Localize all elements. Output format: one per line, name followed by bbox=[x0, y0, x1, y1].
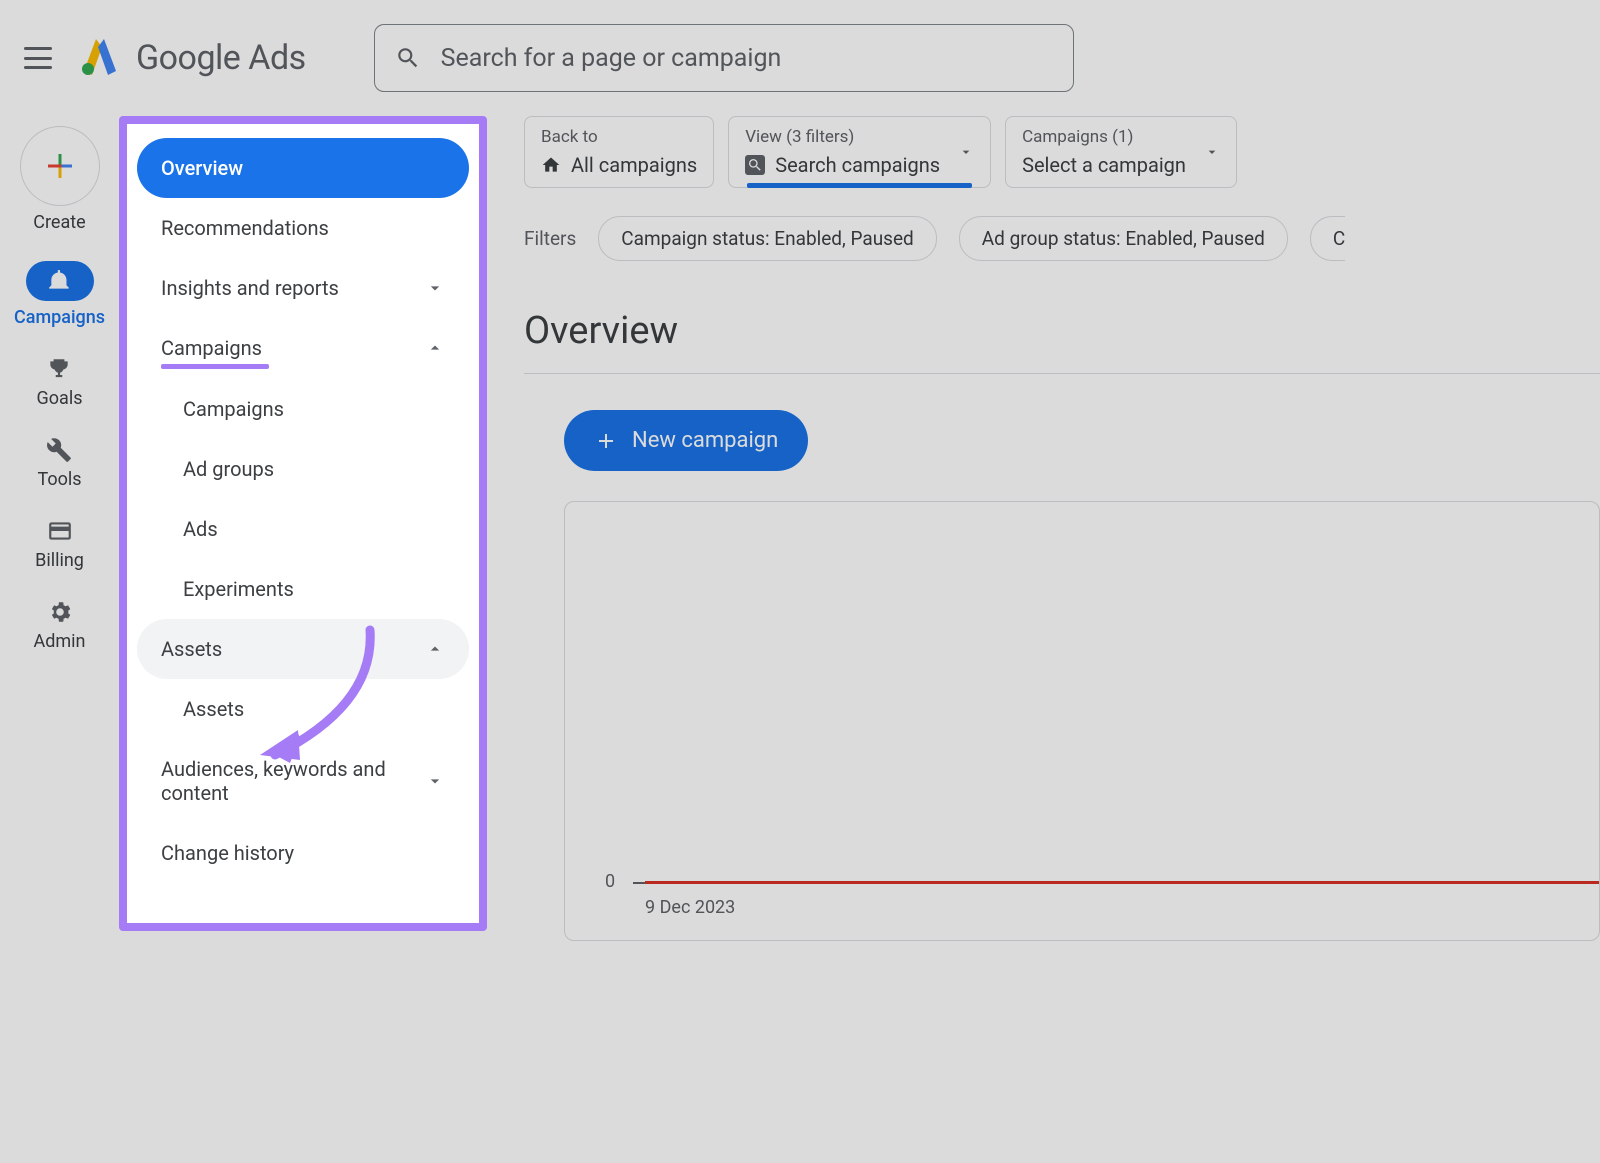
filters-label: Filters bbox=[524, 227, 576, 250]
new-campaign-button[interactable]: New campaign bbox=[564, 410, 808, 471]
sidebar-sub-adgroups[interactable]: Ad groups bbox=[137, 439, 469, 499]
back-to-selector[interactable]: Back to All campaigns bbox=[524, 116, 714, 188]
chevron-down-icon bbox=[425, 771, 445, 791]
google-ads-logo-icon bbox=[80, 37, 120, 79]
sidebar-audiences[interactable]: Audiences, keywords and content bbox=[137, 739, 469, 823]
credit-card-icon bbox=[47, 518, 73, 544]
sidebar-sub-experiments-label: Experiments bbox=[183, 577, 294, 601]
search-input[interactable] bbox=[441, 44, 1053, 73]
filter-chip-campaign-status[interactable]: Campaign status: Enabled, Paused bbox=[598, 216, 936, 261]
view-selector[interactable]: View (3 filters) Search campaigns bbox=[728, 116, 991, 188]
sidebar-panel: Overview Recommendations Insights and re… bbox=[119, 116, 487, 931]
chart-line bbox=[645, 881, 1599, 884]
rail-admin[interactable]: Admin bbox=[34, 599, 86, 652]
rail-create[interactable]: Create bbox=[20, 126, 100, 233]
rail-create-label: Create bbox=[33, 212, 85, 233]
sidebar-recommendations[interactable]: Recommendations bbox=[137, 198, 469, 258]
rail-goals-label: Goals bbox=[37, 388, 83, 409]
new-campaign-label: New campaign bbox=[632, 428, 778, 453]
view-label: View (3 filters) bbox=[745, 127, 940, 147]
chart-y-tick: 0 bbox=[605, 871, 615, 892]
rail-tools-label: Tools bbox=[37, 469, 81, 490]
sidebar-campaigns[interactable]: Campaigns bbox=[137, 318, 469, 378]
rail-admin-label: Admin bbox=[34, 631, 86, 652]
megaphone-icon bbox=[26, 261, 94, 301]
chevron-down-icon bbox=[1204, 144, 1220, 160]
camp-label: Campaigns (1) bbox=[1022, 127, 1186, 147]
search-small-icon bbox=[745, 155, 765, 175]
rail-billing[interactable]: Billing bbox=[35, 518, 84, 571]
filter-chip-partial[interactable]: C bbox=[1310, 216, 1345, 261]
rail-billing-label: Billing bbox=[35, 550, 84, 571]
page-title: Overview bbox=[524, 309, 1600, 353]
gear-icon bbox=[47, 599, 73, 625]
menu-icon[interactable] bbox=[24, 47, 52, 69]
sidebar-sub-campaigns[interactable]: Campaigns bbox=[137, 379, 469, 439]
search-box[interactable] bbox=[374, 24, 1074, 92]
chevron-down-icon bbox=[425, 278, 445, 298]
sidebar-campaigns-label: Campaigns bbox=[161, 336, 262, 360]
home-icon bbox=[541, 155, 561, 175]
chart-x-tick: 9 Dec 2023 bbox=[645, 897, 735, 918]
sidebar-sub-ads-label: Ads bbox=[183, 517, 218, 541]
sidebar-sub-experiments[interactable]: Experiments bbox=[137, 559, 469, 619]
chevron-up-icon bbox=[425, 338, 445, 358]
divider bbox=[524, 373, 1600, 374]
campaign-selector[interactable]: Campaigns (1) Select a campaign bbox=[1005, 116, 1237, 188]
chart: 0 9 Dec 2023 bbox=[564, 501, 1600, 941]
sidebar-insights-label: Insights and reports bbox=[161, 276, 339, 300]
rail-campaigns[interactable]: Campaigns bbox=[14, 261, 105, 328]
sidebar-sub-assets[interactable]: Assets bbox=[137, 679, 469, 739]
logo-text: Google Ads bbox=[136, 38, 306, 78]
sidebar-audiences-label: Audiences, keywords and content bbox=[161, 757, 411, 805]
sidebar-sub-campaigns-label: Campaigns bbox=[183, 397, 284, 421]
rail-campaigns-label: Campaigns bbox=[14, 307, 105, 328]
sidebar-sub-assets-label: Assets bbox=[183, 697, 244, 721]
plus-icon bbox=[594, 429, 618, 453]
filter-chip-adgroup-status[interactable]: Ad group status: Enabled, Paused bbox=[959, 216, 1288, 261]
rail-goals[interactable]: Goals bbox=[37, 356, 83, 409]
camp-value: Select a campaign bbox=[1022, 153, 1186, 177]
plus-icon bbox=[20, 126, 100, 206]
rail-tools[interactable]: Tools bbox=[37, 437, 81, 490]
sidebar-insights[interactable]: Insights and reports bbox=[137, 258, 469, 318]
back-to-label: Back to bbox=[541, 127, 697, 147]
annotation-underline bbox=[161, 364, 269, 369]
trophy-icon bbox=[46, 356, 72, 382]
tools-icon bbox=[46, 437, 72, 463]
sidebar-assets-label: Assets bbox=[161, 637, 222, 661]
sidebar-sub-ads[interactable]: Ads bbox=[137, 499, 469, 559]
sidebar-change-history[interactable]: Change history bbox=[137, 823, 469, 883]
sidebar-sub-adgroups-label: Ad groups bbox=[183, 457, 274, 481]
chevron-down-icon bbox=[958, 144, 974, 160]
sidebar-overview[interactable]: Overview bbox=[137, 138, 469, 198]
search-icon bbox=[395, 45, 421, 71]
sidebar-overview-label: Overview bbox=[161, 156, 243, 180]
chevron-up-icon bbox=[425, 639, 445, 659]
logo[interactable]: Google Ads bbox=[80, 37, 306, 79]
sidebar-recommendations-label: Recommendations bbox=[161, 216, 329, 240]
view-value: Search campaigns bbox=[775, 153, 940, 177]
back-to-value: All campaigns bbox=[571, 153, 697, 177]
sidebar-assets[interactable]: Assets bbox=[137, 619, 469, 679]
sidebar-change-history-label: Change history bbox=[161, 841, 294, 865]
